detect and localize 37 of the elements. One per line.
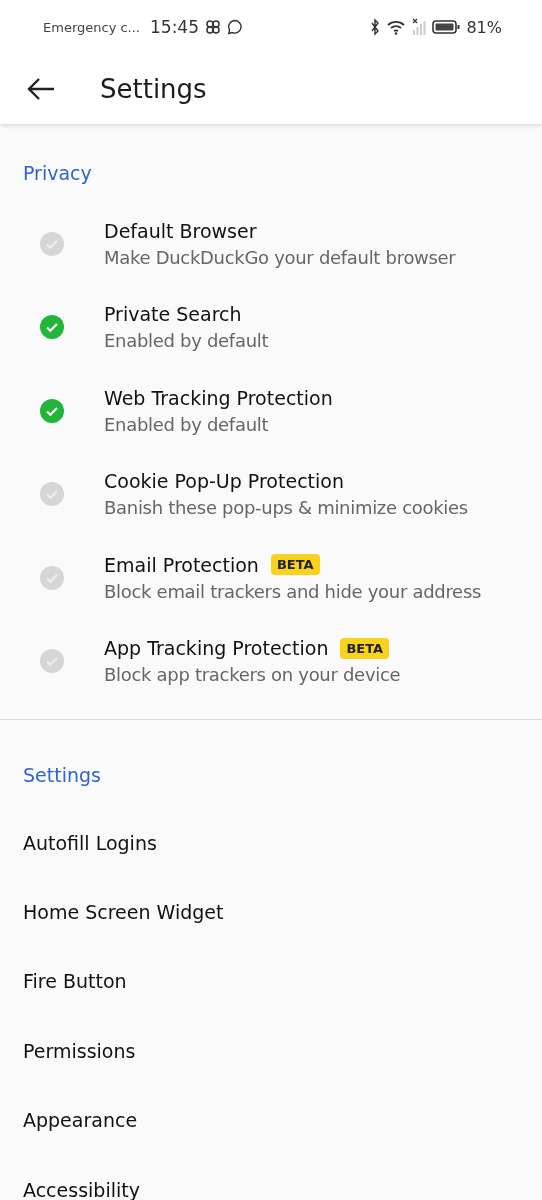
item-title: Email Protection — [104, 553, 259, 576]
settings-item[interactable]: Autofill Logins — [23, 808, 157, 878]
clock-time: 15:45 — [150, 17, 199, 37]
item-title: Web Tracking Protection — [104, 386, 333, 409]
signal-icon — [412, 18, 427, 36]
battery-percent: 81% — [466, 17, 502, 37]
wifi-icon — [386, 19, 407, 35]
settings-item[interactable]: Fire Button — [23, 946, 127, 1017]
privacy-item[interactable]: Private Search Enabled by default — [0, 285, 542, 369]
item-title: Cookie Pop-Up Protection — [104, 470, 344, 493]
item-subtitle: Block email trackers and hide your address — [104, 580, 482, 602]
carrier-text: Emergency c... — [43, 19, 140, 35]
chat-bubble-icon — [227, 19, 243, 35]
settings-item[interactable]: Permissions — [23, 1016, 136, 1086]
beta-badge: BETA — [340, 637, 390, 659]
settings-item[interactable]: Home Screen Widget — [23, 877, 224, 947]
privacy-item[interactable]: Default Browser Make DuckDuckGo your default browser — [0, 202, 542, 286]
privacy-item[interactable]: Email Protection BETA Block email trackers and hide your address — [0, 536, 542, 620]
privacy-item[interactable]: App Tracking Protection BETA Block app trackers on your device — [0, 619, 542, 703]
privacy-item[interactable]: Cookie Pop-Up Protection Banish these pop-ups & minimize cookies — [0, 452, 542, 536]
item-subtitle: Block app trackers on your device — [104, 664, 401, 686]
screen-title: Settings — [100, 74, 207, 104]
privacy-item[interactable]: Web Tracking Protection Enabled by default — [0, 369, 542, 453]
settings-item[interactable]: Appearance — [23, 1085, 138, 1155]
settings-item[interactable]: Accessibility — [23, 1154, 140, 1200]
item-title: App Tracking Protection — [104, 637, 329, 660]
battery-icon — [432, 19, 461, 35]
section-heading: Settings — [23, 764, 102, 786]
item-title: Private Search — [104, 303, 242, 326]
bluetooth-icon — [370, 18, 381, 36]
item-subtitle: Enabled by default — [104, 413, 270, 435]
item-subtitle: Banish these pop-ups & minimize cookies — [104, 497, 468, 519]
section-heading: Privacy — [23, 162, 93, 184]
item-subtitle: Enabled by default — [104, 330, 269, 352]
beta-badge: BETA — [270, 554, 320, 576]
item-title: Default Browser — [104, 219, 257, 242]
item-subtitle: Make DuckDuckGo your default browser — [104, 246, 456, 268]
